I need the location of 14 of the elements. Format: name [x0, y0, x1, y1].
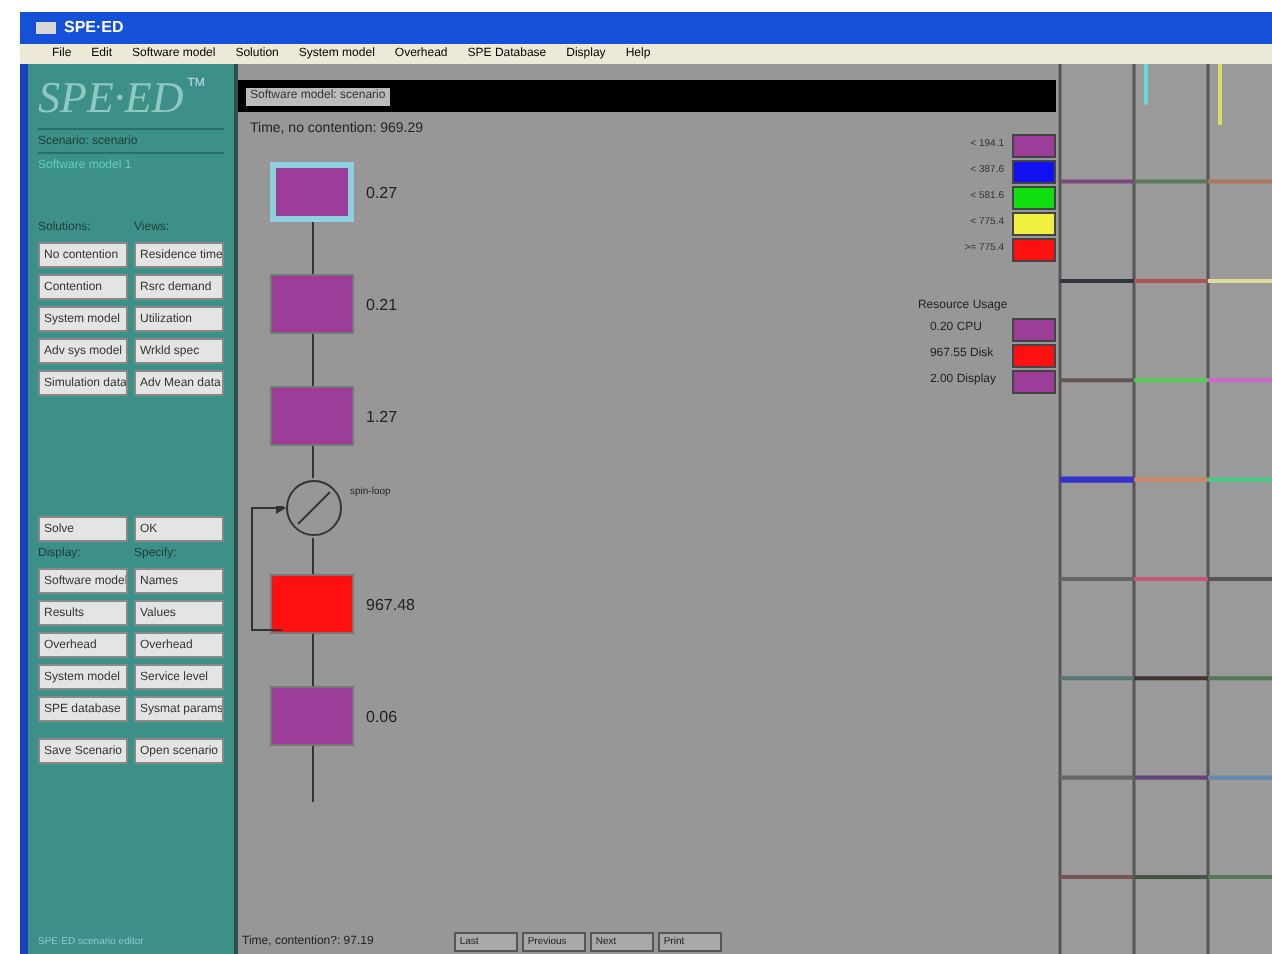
node-value: 0.06 [366, 705, 398, 729]
node-value: 1.27 [366, 405, 398, 429]
window-title: SPE·ED [64, 16, 124, 40]
model-node[interactable] [270, 273, 354, 333]
logo: SPE·ED [38, 76, 184, 120]
node-value: 967.48 [366, 593, 415, 617]
model-node[interactable] [270, 573, 354, 633]
loop-node[interactable] [284, 477, 344, 537]
model-node[interactable] [270, 161, 354, 221]
model-node[interactable] [270, 385, 354, 445]
app-icon [36, 20, 56, 36]
node-value: 0.27 [366, 181, 398, 205]
node-value: 0.21 [366, 293, 398, 317]
model-node[interactable] [270, 685, 354, 745]
